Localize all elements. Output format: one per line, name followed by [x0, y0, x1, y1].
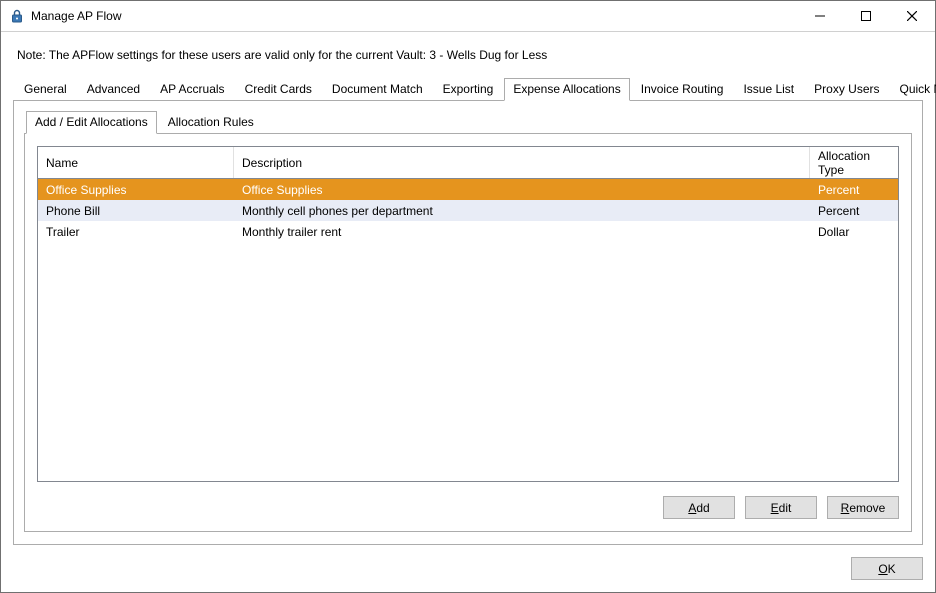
minimize-button[interactable]: [797, 1, 843, 31]
table-row[interactable]: Office SuppliesOffice SuppliesPercent: [38, 179, 898, 200]
dialog-footer: OK: [13, 545, 923, 580]
col-header-description[interactable]: Description: [234, 147, 810, 178]
tab-general[interactable]: General: [15, 78, 76, 100]
cell-name: Trailer: [38, 225, 234, 239]
titlebar: Manage AP Flow: [1, 1, 935, 32]
tab-quick-notes[interactable]: Quick Notes: [891, 78, 936, 100]
table-row[interactable]: Phone BillMonthly cell phones per depart…: [38, 200, 898, 221]
col-header-name[interactable]: Name: [38, 147, 234, 178]
subtab-add-edit-allocations[interactable]: Add / Edit Allocations: [26, 111, 157, 134]
cell-type: Percent: [810, 183, 898, 197]
tab-expense-allocations[interactable]: Expense Allocations: [504, 78, 629, 101]
tab-document-match[interactable]: Document Match: [323, 78, 432, 100]
edit-button[interactable]: Edit: [745, 496, 817, 519]
tab-advanced[interactable]: Advanced: [78, 78, 149, 100]
add-button[interactable]: Add: [663, 496, 735, 519]
row-actions: Add Edit Remove: [37, 496, 899, 519]
ok-button[interactable]: OK: [851, 557, 923, 580]
cell-description: Office Supplies: [234, 183, 810, 197]
allocations-table: Name Description Allocation Type Office …: [37, 146, 899, 482]
main-tabstrip: GeneralAdvancedAP AccrualsCredit CardsDo…: [13, 78, 923, 100]
cell-type: Dollar: [810, 225, 898, 239]
close-button[interactable]: [889, 1, 935, 31]
subtab-allocation-rules[interactable]: Allocation Rules: [159, 111, 263, 133]
note-text: Note: The APFlow settings for these user…: [17, 48, 919, 62]
window-title: Manage AP Flow: [31, 9, 122, 23]
tab-issue-list[interactable]: Issue List: [734, 78, 803, 100]
col-header-type[interactable]: Allocation Type: [810, 147, 898, 178]
tab-exporting[interactable]: Exporting: [434, 78, 503, 100]
tab-proxy-users[interactable]: Proxy Users: [805, 78, 888, 100]
sub-tabstrip: Add / Edit AllocationsAllocation Rules: [24, 111, 912, 133]
tab-credit-cards[interactable]: Credit Cards: [236, 78, 321, 100]
table-header: Name Description Allocation Type: [38, 147, 898, 179]
cell-name: Office Supplies: [38, 183, 234, 197]
cell-description: Monthly cell phones per department: [234, 204, 810, 218]
tab-invoice-routing[interactable]: Invoice Routing: [632, 78, 733, 100]
client-area: Note: The APFlow settings for these user…: [1, 32, 935, 592]
sub-tabpanel: Name Description Allocation Type Office …: [24, 133, 912, 532]
maximize-button[interactable]: [843, 1, 889, 31]
app-lock-icon: [9, 8, 25, 24]
main-tabpanel: Add / Edit AllocationsAllocation Rules N…: [13, 100, 923, 545]
tab-ap-accruals[interactable]: AP Accruals: [151, 78, 233, 100]
table-row[interactable]: TrailerMonthly trailer rentDollar: [38, 221, 898, 242]
window: Manage AP Flow Note: The APFlow settings…: [0, 0, 936, 593]
cell-type: Percent: [810, 204, 898, 218]
cell-name: Phone Bill: [38, 204, 234, 218]
table-body: Office SuppliesOffice SuppliesPercentPho…: [38, 179, 898, 481]
cell-description: Monthly trailer rent: [234, 225, 810, 239]
remove-button[interactable]: Remove: [827, 496, 899, 519]
